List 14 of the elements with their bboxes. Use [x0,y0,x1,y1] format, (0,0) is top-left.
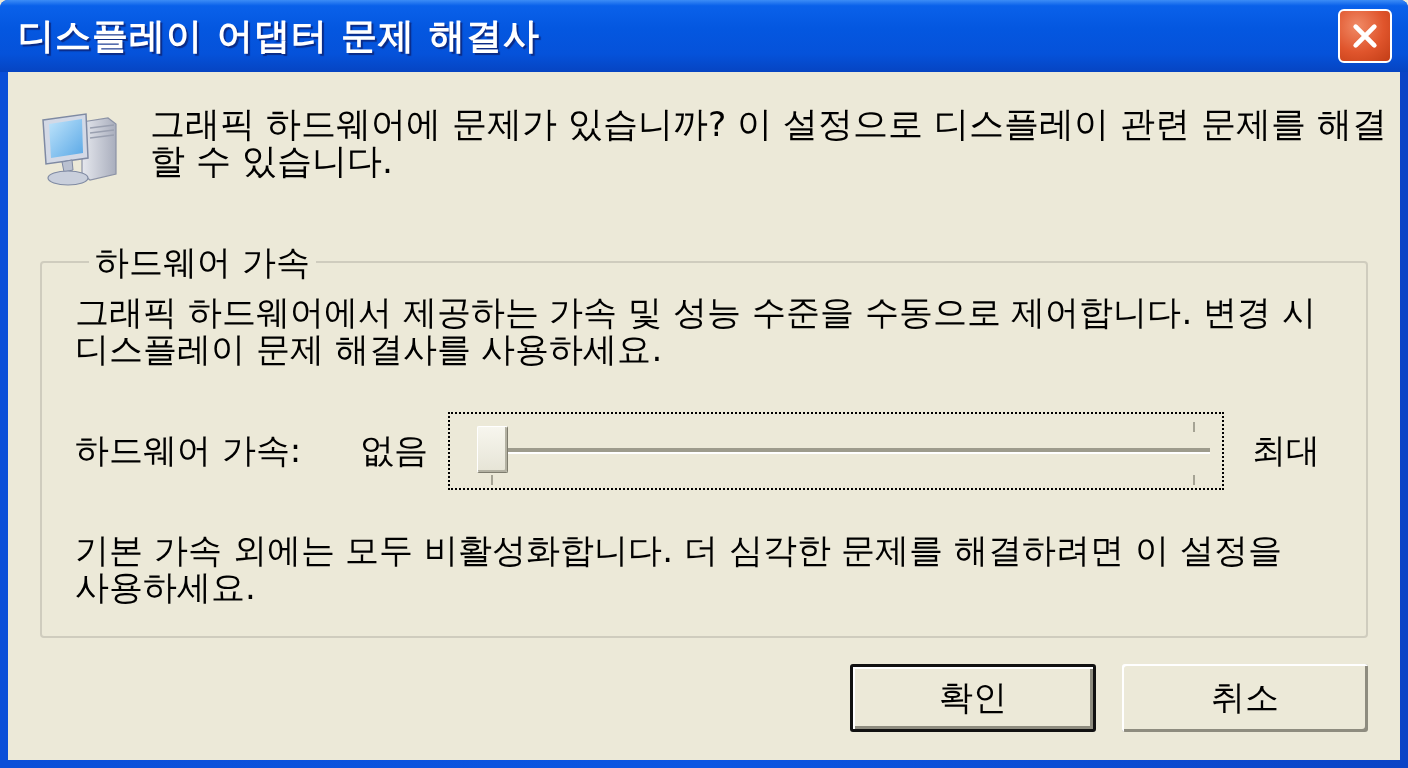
slider-control[interactable] [448,412,1224,490]
ok-button[interactable]: 확인 [850,664,1096,732]
window-title: 디스플레이 어댑터 문제 해결사 [18,13,540,58]
note-text: 기본 가속 외에는 모두 비활성화합니다. 더 심각한 문제를 해결하려면 이 설정을 사용하세요. [75,532,1283,606]
slider-thumb[interactable] [477,426,508,473]
min-label: 없음 [360,429,428,472]
max-label: 최대 [1252,429,1320,472]
description-text: 그래픽 하드웨어에서 제공하는 가속 및 성능 수준을 수동으로 제어합니다. 변경 시 디스플레이 문제 해결사를 사용하세요. [75,294,1317,368]
close-button[interactable] [1338,9,1392,63]
cancel-button[interactable]: 취소 [1122,664,1368,732]
intro-text: 그래픽 하드웨어에 문제가 있습니까? 이 설정으로 디스플레이 관련 문제를 해결할 수 있습니다. [150,106,1388,180]
group-title: 하드웨어 가속 [94,242,311,282]
slider-label: 하드웨어 가속: [75,429,303,472]
close-icon [1351,22,1379,50]
